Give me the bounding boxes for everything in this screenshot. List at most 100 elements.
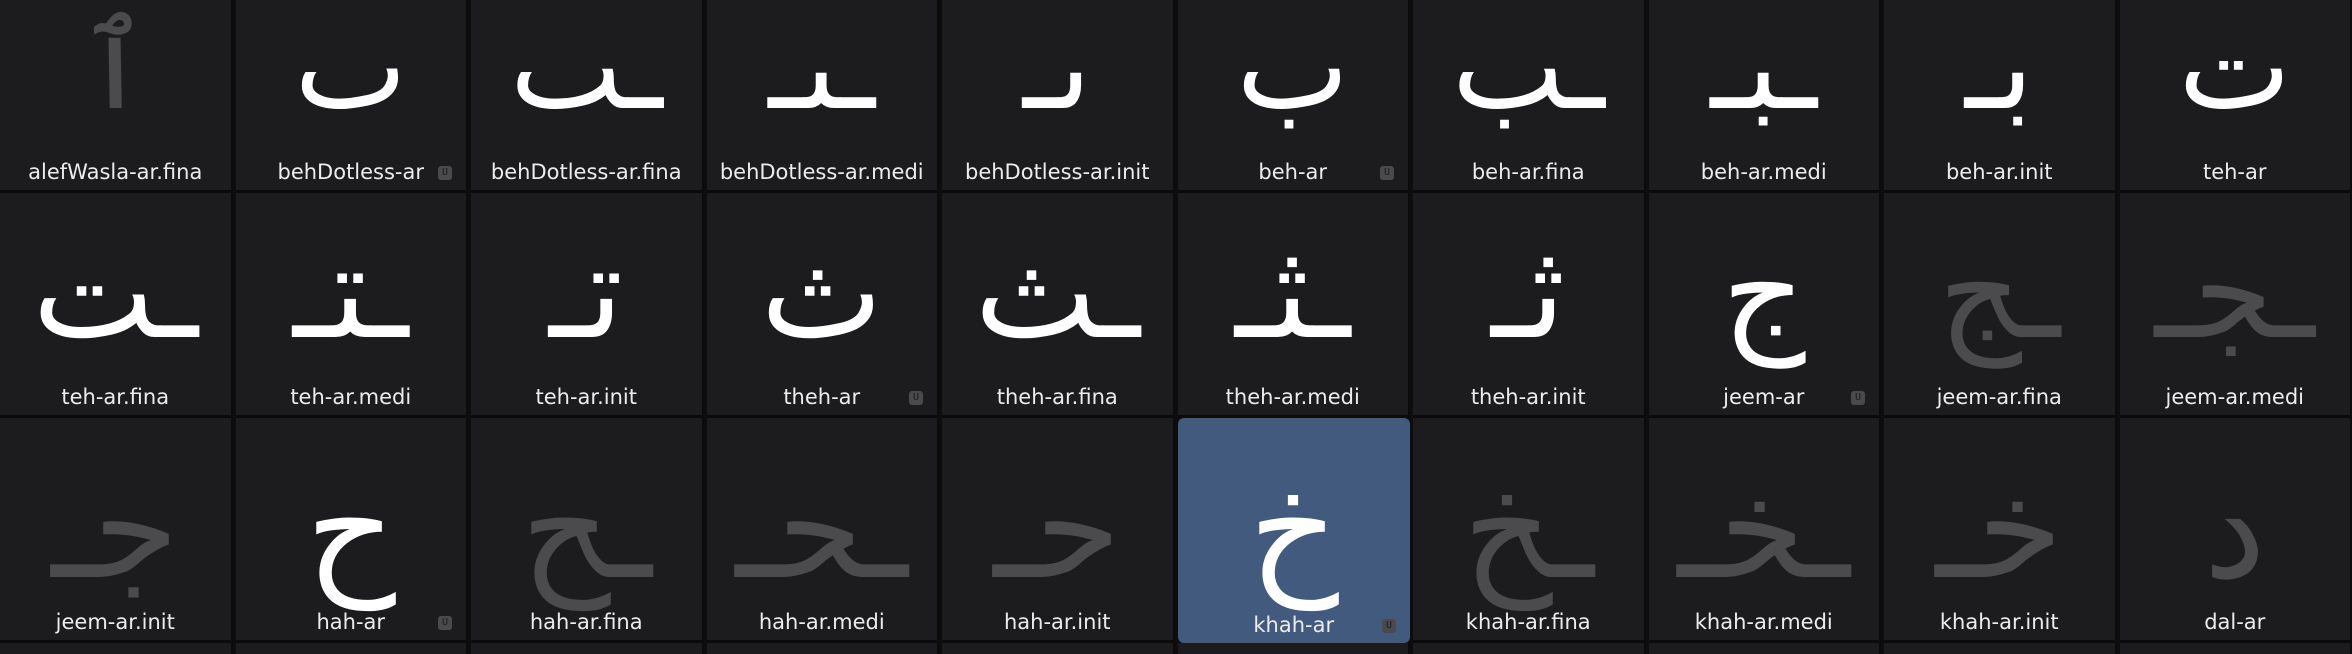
glyph-preview: د [2203, 448, 2266, 611]
glyph-cell[interactable]: ـخـ khah-ar.medi [1648, 418, 1881, 643]
glyph-name-label: behDotless-ar.medi [719, 160, 924, 184]
glyph-name-label: khah-ar.medi [1694, 610, 1833, 634]
glyph-preview: ثـ [1491, 216, 1566, 368]
glyph-name-label: jeem-ar.medi [2165, 385, 2305, 409]
glyph-preview: خ [1248, 448, 1339, 611]
glyph-cell[interactable]: ث theh-ar U [706, 193, 939, 418]
glyph-preview: ج [1721, 216, 1806, 368]
glyph-cell[interactable]: ـت teh-ar.fina [0, 193, 233, 418]
glyph-name-label: khah-ar [1253, 613, 1335, 637]
glyph-preview: ث [760, 216, 883, 368]
glyph-name-label: beh-ar.fina [1471, 160, 1585, 184]
glyph-preview: جـ [51, 448, 180, 611]
glyph-name-label: hah-ar.fina [529, 610, 643, 634]
next-row-cell-top [706, 643, 939, 654]
glyph-cell[interactable]: ـثـ theh-ar.medi [1177, 193, 1410, 418]
unicode-badge-icon: U [909, 391, 923, 405]
glyph-name-label: behDotless-ar.fina [490, 160, 682, 184]
glyph-cell[interactable]: ـبـ beh-ar.medi [1648, 0, 1881, 193]
glyph-name-label: teh-ar.init [535, 385, 637, 409]
glyph-name-label: beh-ar [1258, 160, 1328, 184]
glyph-preview: ـبـ [1710, 0, 1818, 137]
glyph-cell[interactable]: ح hah-ar U [235, 418, 468, 643]
glyph-cell[interactable]: ـث theh-ar.fina [942, 193, 1175, 418]
glyph-preview: ـخ [1462, 448, 1594, 611]
glyph-name-label: teh-ar.medi [290, 385, 412, 409]
unicode-badge-icon: U [438, 616, 452, 630]
glyph-cell[interactable]: جـ jeem-ar.init [0, 418, 233, 643]
next-row-cell-top [1413, 643, 1646, 654]
glyph-preview: ـب [1451, 0, 1605, 137]
glyph-cell[interactable]: ـحـ hah-ar.medi [706, 418, 939, 643]
glyph-cell[interactable]: بـ beh-ar.init [1884, 0, 2117, 193]
glyph-preview: خـ [1935, 448, 2064, 611]
unicode-badge-icon: U [1380, 166, 1394, 180]
glyph-preview: ـجـ [2154, 216, 2315, 368]
glyph-name-label: theh-ar [783, 385, 861, 409]
glyph-preview: ـتـ [293, 216, 409, 368]
unicode-badge-icon: U [1851, 391, 1865, 405]
glyph-cell[interactable]: د dal-ar [2119, 418, 2352, 643]
next-row-cell-top [1648, 643, 1881, 654]
glyph-preview: ت [2178, 0, 2292, 137]
glyph-preview: ـٮـ [768, 0, 876, 137]
glyph-name-label: khah-ar.init [1939, 610, 2059, 634]
glyph-name-label: hah-ar.init [1003, 610, 1111, 634]
glyph-preview: حـ [993, 448, 1122, 611]
glyph-cell[interactable]: ـخ khah-ar.fina [1413, 418, 1646, 643]
next-row-cell-top [1884, 643, 2117, 654]
glyph-name-label: behDotless-ar [277, 160, 425, 184]
glyph-cell[interactable]: ثـ theh-ar.init [1413, 193, 1646, 418]
glyph-name-label: jeem-ar.fina [1936, 385, 2062, 409]
glyph-cell[interactable]: تـ teh-ar.init [471, 193, 704, 418]
glyph-name-label: hah-ar.medi [758, 610, 885, 634]
glyph-preview: ٮ [294, 0, 408, 137]
glyph-preview: ب [1236, 0, 1350, 137]
glyph-cell[interactable]: ج jeem-ar U [1648, 193, 1881, 418]
glyph-preview: ـج [1938, 216, 2061, 368]
next-row-cell-top [235, 643, 468, 654]
glyph-cell[interactable]: خـ khah-ar.init [1884, 418, 2117, 643]
glyph-cell[interactable]: ب beh-ar U [1177, 0, 1410, 193]
glyph-cell[interactable]: ت teh-ar [2119, 0, 2352, 193]
glyph-preview: ٮـ [1022, 0, 1092, 137]
glyph-cell[interactable]: خ khah-ar U [1177, 418, 1410, 643]
glyph-cell[interactable]: ٮ behDotless-ar U [235, 0, 468, 193]
glyph-cell[interactable]: ـٮ behDotless-ar.fina [471, 0, 704, 193]
next-row-cell-top [942, 643, 1175, 654]
glyph-preview: ـحـ [735, 448, 908, 611]
glyph-name-label: alefWasla-ar.fina [28, 160, 203, 184]
glyph-preview: بـ [1964, 0, 2034, 137]
next-row-cell-top [2119, 643, 2352, 654]
glyph-name-label: teh-ar [2202, 160, 2267, 184]
next-row-cell-top [1177, 643, 1410, 654]
glyph-preview: ـٮ [509, 0, 663, 137]
glyph-preview: ـح [520, 448, 652, 611]
glyph-cell[interactable]: ـجـ jeem-ar.medi [2119, 193, 2352, 418]
glyph-cell[interactable]: ـتـ teh-ar.medi [235, 193, 468, 418]
glyph-cell[interactable]: ـج jeem-ar.fina [1884, 193, 2117, 418]
glyph-name-label: beh-ar.medi [1700, 160, 1827, 184]
unicode-badge-icon: U [438, 166, 452, 180]
glyph-preview: ـخـ [1677, 448, 1850, 611]
glyph-cell[interactable]: ـٮـ behDotless-ar.medi [706, 0, 939, 193]
glyph-preview: ـث [974, 216, 1141, 368]
glyph-name-label: jeem-ar.init [55, 610, 175, 634]
glyph-name-label: theh-ar.fina [996, 385, 1118, 409]
glyph-name-label: theh-ar.init [1470, 385, 1586, 409]
glyph-cell[interactable]: ـب beh-ar.fina [1413, 0, 1646, 193]
glyph-name-label: beh-ar.init [1945, 160, 2053, 184]
glyph-preview: ـت [32, 216, 199, 368]
glyph-name-label: behDotless-ar.init [965, 160, 1150, 184]
glyph-cell[interactable]: ـح hah-ar.fina [471, 418, 704, 643]
glyph-preview: ـثـ [1235, 216, 1351, 368]
glyph-preview: ٱ [80, 0, 151, 137]
glyph-cell[interactable]: ٱ alefWasla-ar.fina [0, 0, 233, 193]
glyph-name-label: dal-ar [2204, 610, 2266, 634]
glyph-cell[interactable]: ٮـ behDotless-ar.init [942, 0, 1175, 193]
unicode-badge-icon: U [1382, 619, 1396, 633]
glyph-preview: ح [305, 448, 396, 611]
glyph-cell[interactable]: حـ hah-ar.init [942, 418, 1175, 643]
glyph-name-label: hah-ar [316, 610, 386, 634]
glyph-name-label: jeem-ar [1723, 385, 1805, 409]
